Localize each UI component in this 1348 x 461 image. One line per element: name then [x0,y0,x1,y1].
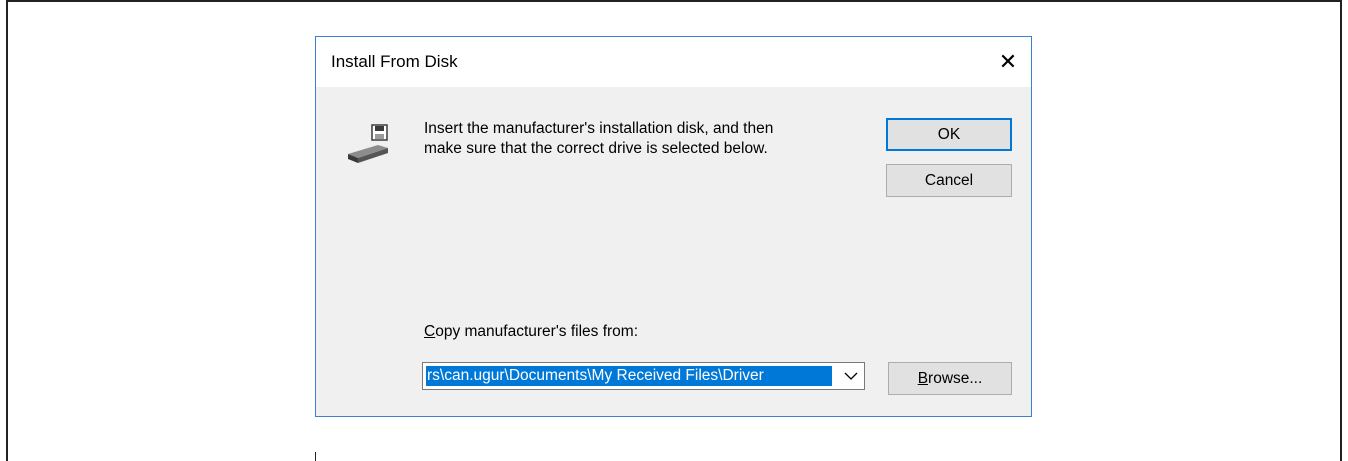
copy-from-text: opy manufacturer's files from: [435,323,639,340]
close-icon: ✕ [998,49,1018,74]
install-from-disk-dialog: Install From Disk ✕ Insert the manufactu… [315,36,1032,417]
instruction-line-2: make sure that the correct drive is sele… [424,140,768,157]
copy-from-path-value[interactable]: rs\can.ugur\Documents\My Received Files\… [426,366,832,386]
copy-from-path-combobox[interactable]: rs\can.ugur\Documents\My Received Files\… [422,362,865,390]
instruction-message: Insert the manufacturer's installation d… [424,119,864,159]
title-bar: Install From Disk ✕ [316,37,1031,87]
frame-tick [315,452,316,461]
browse-accel: B [917,369,929,387]
copy-from-label: Copy manufacturer's files from: [424,323,638,341]
browse-text: rowse... [928,369,983,387]
close-button[interactable]: ✕ [985,37,1031,87]
chevron-down-icon[interactable] [842,367,860,385]
dialog-title: Install From Disk [331,52,458,71]
copy-from-accel: C [424,323,436,340]
floppy-disk-drive-icon [348,124,388,163]
cancel-button[interactable]: Cancel [886,164,1012,197]
browse-button[interactable]: Browse... [888,362,1012,395]
ok-button[interactable]: OK [886,118,1012,151]
instruction-line-1: Insert the manufacturer's installation d… [424,120,774,137]
